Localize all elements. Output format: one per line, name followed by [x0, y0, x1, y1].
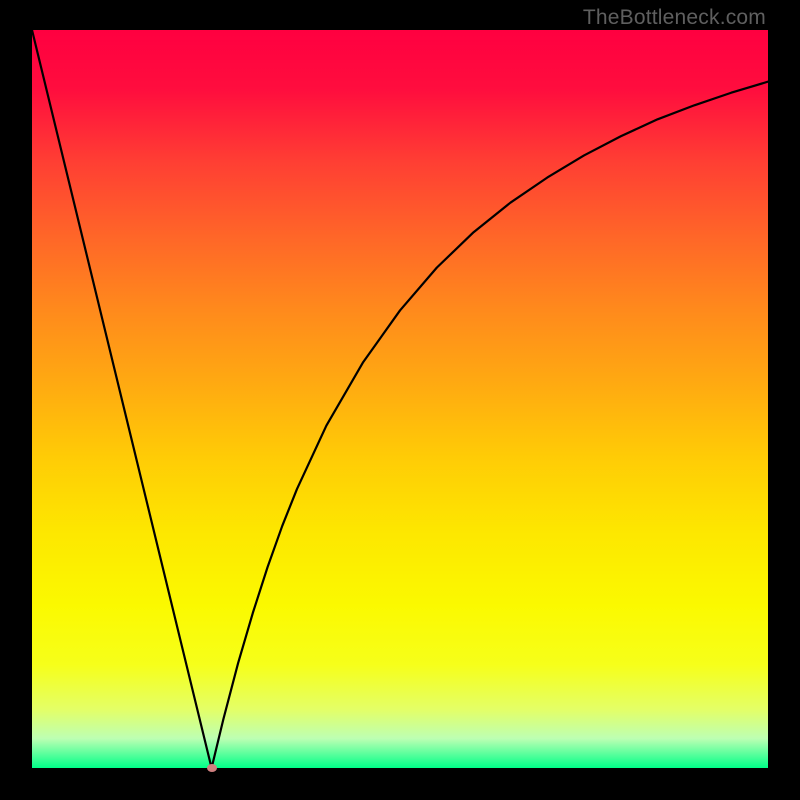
minimum-marker — [207, 764, 217, 772]
chart-frame: TheBottleneck.com — [0, 0, 800, 800]
bottleneck-curve — [32, 30, 768, 768]
plot-area — [32, 30, 768, 768]
watermark-text: TheBottleneck.com — [583, 6, 766, 30]
